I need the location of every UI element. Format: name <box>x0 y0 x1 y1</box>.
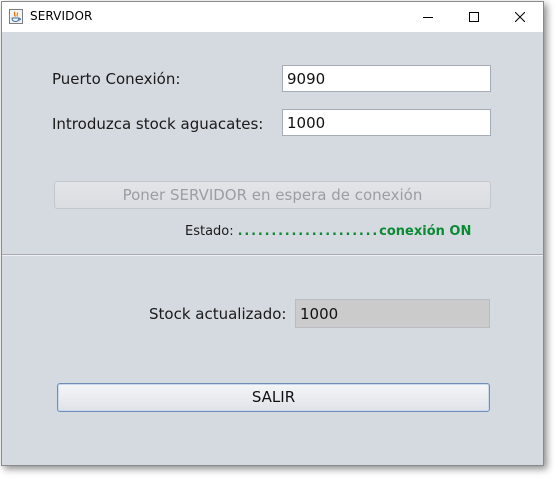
close-button[interactable] <box>497 2 543 32</box>
java-app-icon <box>9 9 23 24</box>
port-label: Puerto Conexión: <box>52 70 181 88</box>
title-bar[interactable]: SERVIDOR <box>2 2 543 32</box>
separator <box>2 254 543 256</box>
status-label: Estado: <box>185 224 234 239</box>
wait-connection-button[interactable]: Poner SERVIDOR en espera de conexión <box>54 181 491 209</box>
stock-input[interactable]: 1000 <box>282 109 491 136</box>
port-input[interactable]: 9090 <box>282 65 491 92</box>
window-title: SERVIDOR <box>30 9 93 23</box>
stock-updated-field: 1000 <box>295 299 490 328</box>
close-icon <box>515 12 525 22</box>
server-window: SERVIDOR Puerto Conexión: 9090 Introduzc… <box>1 1 544 466</box>
status-value: conexión ON <box>379 224 472 239</box>
status-dots: ..................... <box>237 224 380 239</box>
stock-updated-label: Stock actualizado: <box>149 305 287 323</box>
exit-button[interactable]: SALIR <box>57 383 490 412</box>
stock-input-label: Introduzca stock aguacates: <box>52 115 264 133</box>
status-row: Estado: .....................conexión ON <box>185 224 471 239</box>
minimize-button[interactable] <box>405 2 451 32</box>
minimize-icon <box>423 17 433 18</box>
maximize-button[interactable] <box>451 2 497 32</box>
maximize-icon <box>469 12 479 22</box>
